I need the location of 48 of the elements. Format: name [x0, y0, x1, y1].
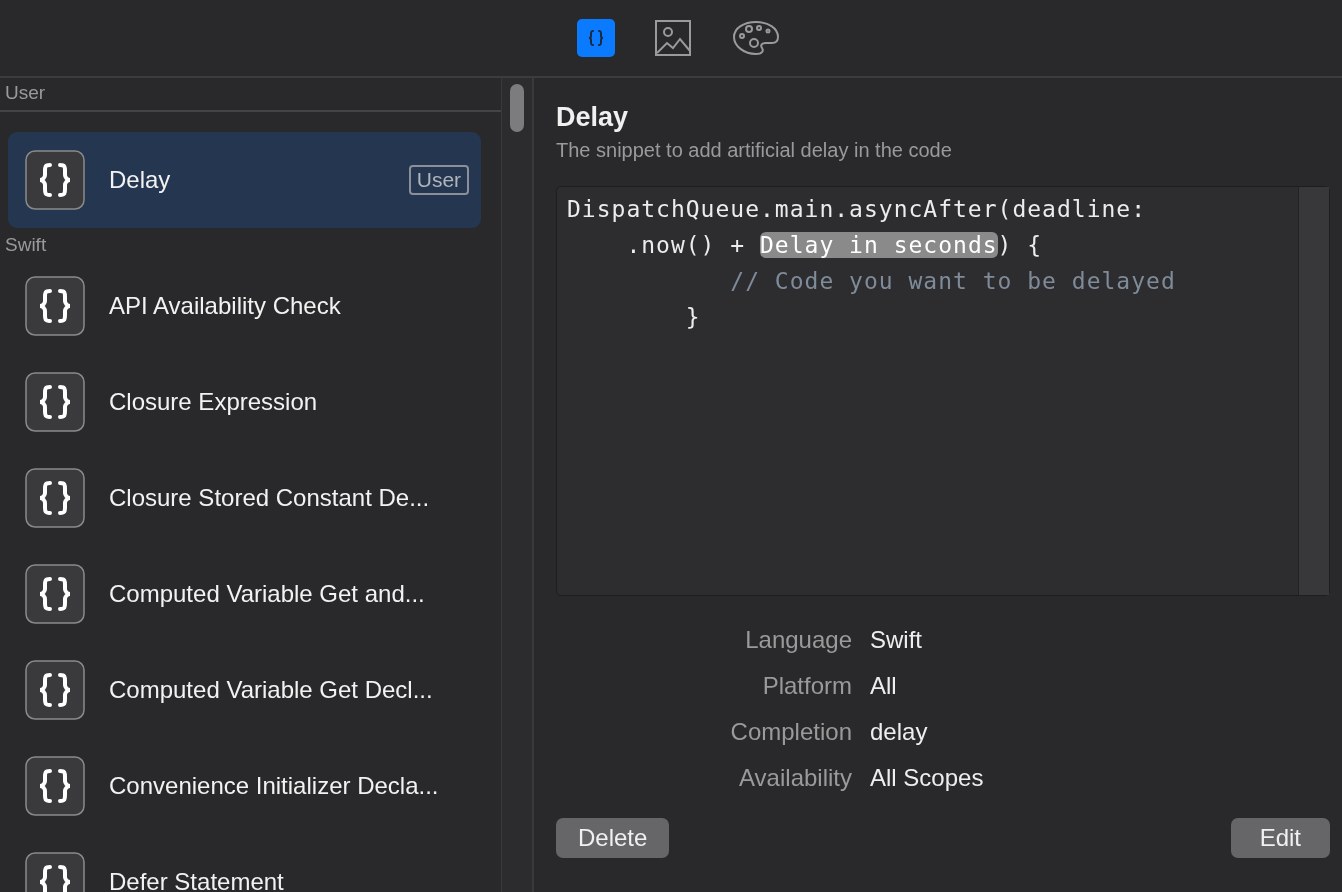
- snippet-list-item[interactable]: Delay User: [8, 132, 482, 228]
- snippet-list-item[interactable]: Defer Statement: [8, 834, 482, 892]
- snippet-list-item[interactable]: Closure Expression: [8, 354, 482, 450]
- snippets-tab[interactable]: [577, 19, 615, 57]
- snippet-name: Convenience Initializer Decla...: [109, 772, 440, 800]
- snippet-list-item[interactable]: Computed Variable Get and...: [8, 546, 482, 642]
- snippet-description: The snippet to add artificial delay in the code: [556, 139, 953, 162]
- code-line: DispatchQueue.main.asyncAfter(deadline:: [567, 195, 1148, 224]
- snippet-name: Closure Stored Constant De...: [109, 484, 431, 512]
- property-value: Swift: [870, 626, 923, 654]
- snippet-name: Defer Statement: [109, 868, 285, 892]
- property-label: Completion: [729, 718, 852, 746]
- section-header: Swift: [4, 233, 48, 257]
- braces-icon: [25, 150, 85, 210]
- palette-tab[interactable]: [731, 18, 781, 58]
- property-value: delay: [870, 718, 929, 746]
- image-tab[interactable]: [653, 18, 693, 58]
- snippet-list-item[interactable]: Closure Stored Constant De...: [8, 450, 482, 546]
- snippet-name: Closure Expression: [109, 388, 319, 416]
- property-label: Language: [744, 626, 852, 654]
- braces-icon: [25, 660, 85, 720]
- snippet-name: Delay: [109, 166, 172, 194]
- property-value: All Scopes: [870, 764, 985, 792]
- braces-icon: [25, 756, 85, 816]
- edit-button[interactable]: Edit: [1230, 818, 1330, 858]
- braces-icon: [25, 468, 85, 528]
- snippet-name: Computed Variable Get Decl...: [109, 676, 434, 704]
- user-badge: User: [408, 165, 470, 195]
- snippet-list-item[interactable]: API Availability Check: [8, 258, 482, 354]
- snippet-title: Delay: [556, 102, 630, 133]
- braces-icon: [25, 276, 85, 336]
- property-label: Platform: [761, 672, 852, 700]
- property-label: Availability: [738, 764, 852, 792]
- code-line: }: [684, 303, 702, 332]
- snippet-name: API Availability Check: [109, 292, 342, 320]
- code-line: // Code you want to be delayed: [729, 267, 1177, 296]
- snippet-list-item[interactable]: Computed Variable Get Decl...: [8, 642, 482, 738]
- delete-button[interactable]: Delete: [556, 818, 670, 858]
- code-editor[interactable]: DispatchQueue.main.asyncAfter(deadline: .now() + Delay in seconds) { // Code you want to be delayed }: [556, 186, 1330, 596]
- braces-icon: [25, 372, 85, 432]
- property-value: All: [870, 672, 898, 700]
- snippet-list-item[interactable]: Convenience Initializer Decla...: [8, 738, 482, 834]
- palette-icon: [732, 19, 780, 57]
- image-icon: [654, 19, 692, 57]
- snippet-name: Computed Variable Get and...: [109, 580, 426, 608]
- braces-icon: [25, 564, 85, 624]
- section-header: User: [0, 78, 502, 112]
- scrollbar-thumb[interactable]: [510, 84, 525, 132]
